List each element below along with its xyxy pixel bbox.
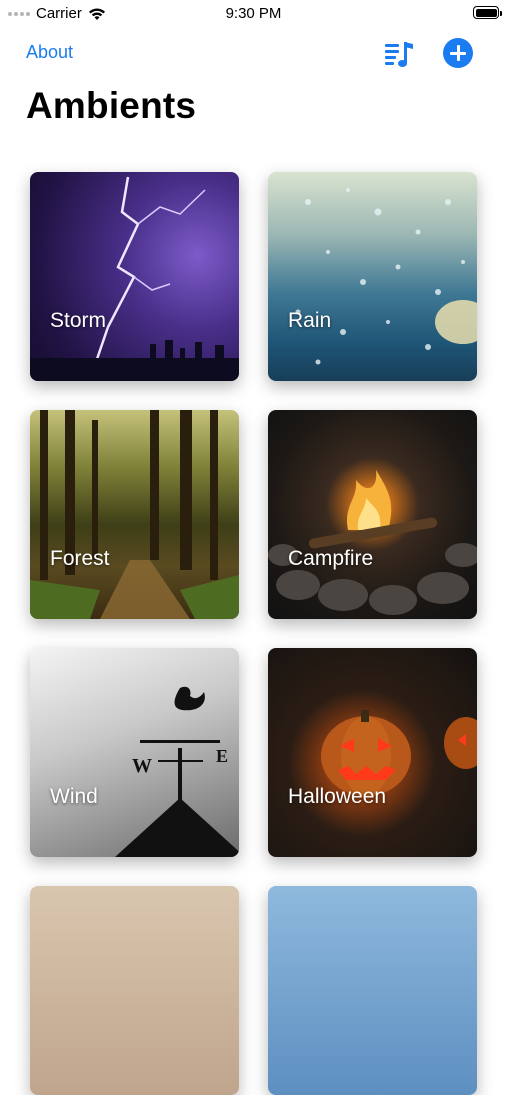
weathervane-graphic: W E <box>115 686 239 857</box>
ambient-label: Campfire <box>288 547 374 570</box>
ambient-image <box>30 886 239 1095</box>
svg-text:E: E <box>216 746 228 766</box>
ambients-grid: Storm Rain Forest Campfire W E Wind Hall… <box>0 0 507 1095</box>
ambient-card-partial[interactable] <box>30 886 239 1095</box>
svg-text:W: W <box>132 755 152 777</box>
ambient-image <box>268 886 477 1095</box>
trees-graphic <box>30 410 239 619</box>
ambient-label: Storm <box>50 309 107 332</box>
ambient-card-storm[interactable]: Storm <box>30 172 239 381</box>
lightning-graphic <box>30 176 239 381</box>
ambient-label: Rain <box>288 309 332 332</box>
fire-graphic <box>268 470 477 615</box>
ambient-label: Halloween <box>288 785 387 808</box>
ambient-label: Forest <box>50 547 110 570</box>
raindrops-graphic <box>295 188 477 365</box>
ambient-card-wind[interactable]: W E Wind <box>30 648 239 857</box>
ambient-card-campfire[interactable]: Campfire <box>268 410 477 619</box>
ambient-card-forest[interactable]: Forest <box>30 410 239 619</box>
ambient-card-partial[interactable] <box>268 886 477 1095</box>
pumpkin-graphic <box>321 710 477 796</box>
ambient-card-halloween[interactable]: Halloween <box>268 648 477 857</box>
ambient-card-rain[interactable]: Rain <box>268 172 477 381</box>
ambient-label: Wind <box>50 785 98 808</box>
